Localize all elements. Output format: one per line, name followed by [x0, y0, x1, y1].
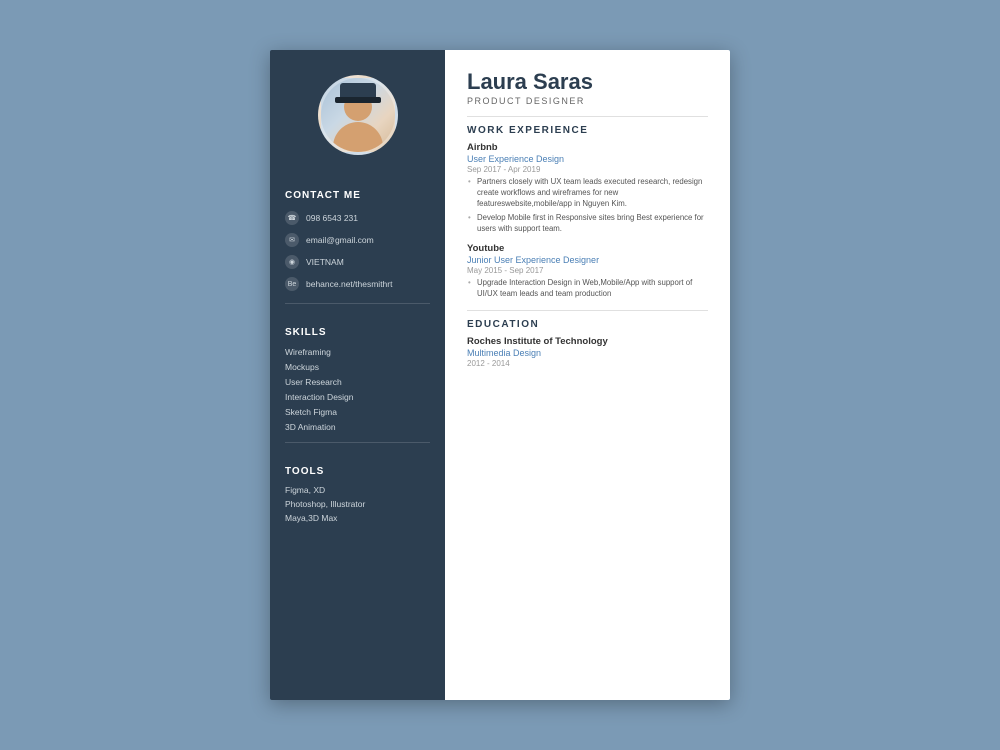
edu-years: 2012 - 2014 [467, 359, 708, 368]
contact-location: ◉ VIETNAM [270, 251, 445, 273]
skill-item: Sketch Figma [270, 404, 445, 419]
skill-item: Wireframing [270, 344, 445, 359]
tools-item: Maya,3D Max [270, 511, 445, 525]
tools-heading: TOOLS [270, 456, 445, 483]
contact-email: ✉ email@gmail.com [270, 229, 445, 251]
bullet-1-2: Develop Mobile first in Responsive sites… [467, 213, 708, 235]
role-1: User Experience Design [467, 154, 708, 164]
job-block-2: Youtube Junior User Experience Designer … [467, 243, 708, 300]
job-block-1: Airbnb User Experience Design Sep 2017 -… [467, 142, 708, 235]
dates-2: May 2015 - Sep 2017 [467, 266, 708, 275]
divider-2 [285, 442, 430, 443]
skill-item: User Research [270, 374, 445, 389]
contact-heading: CONTACT ME [270, 180, 445, 207]
job-title: PRODUCT DESIGNER [467, 96, 708, 106]
work-experience-heading: WORK EXPERIENCE [467, 125, 708, 136]
tools-item: Photoshop, Illustrator [270, 497, 445, 511]
bullet-1-1: Partners closely with UX team leads exec… [467, 177, 708, 210]
company-2: Youtube [467, 243, 708, 254]
divider-1 [285, 303, 430, 304]
edu-institution: Roches Institute of Technology [467, 336, 708, 347]
main-content: Laura Saras PRODUCT DESIGNER WORK EXPERI… [445, 50, 730, 700]
role-2: Junior User Experience Designer [467, 255, 708, 265]
sidebar: CONTACT ME ☎ 098 6543 231 ✉ email@gmail.… [270, 50, 445, 700]
skill-item: Interaction Design [270, 389, 445, 404]
location-text: VIETNAM [306, 257, 344, 267]
dates-1: Sep 2017 - Apr 2019 [467, 165, 708, 174]
email-icon: ✉ [285, 233, 299, 247]
edu-degree: Multimedia Design [467, 348, 708, 358]
email-text: email@gmail.com [306, 235, 374, 245]
behance-text: behance.net/thesmithrt [306, 279, 392, 289]
education-heading: EDUCATION [467, 319, 708, 330]
avatar-section [270, 50, 445, 175]
phone-icon: ☎ [285, 211, 299, 225]
skill-item: Mockups [270, 359, 445, 374]
divider-main-2 [467, 310, 708, 311]
company-1: Airbnb [467, 142, 708, 153]
contact-phone: ☎ 098 6543 231 [270, 207, 445, 229]
divider-main-1 [467, 116, 708, 117]
tools-item: Figma, XD [270, 483, 445, 497]
location-icon: ◉ [285, 255, 299, 269]
skill-item: 3D Animation [270, 419, 445, 434]
resume-container: CONTACT ME ☎ 098 6543 231 ✉ email@gmail.… [270, 50, 730, 700]
avatar-hat [340, 83, 376, 103]
avatar-face [321, 78, 395, 152]
behance-icon: Be [285, 277, 299, 291]
bullet-2-1: Upgrade Interaction Design in Web,Mobile… [467, 278, 708, 300]
skills-heading: SKILLS [270, 317, 445, 344]
avatar [318, 75, 398, 155]
contact-behance: Be behance.net/thesmithrt [270, 273, 445, 295]
name: Laura Saras [467, 70, 708, 94]
phone-text: 098 6543 231 [306, 213, 358, 223]
